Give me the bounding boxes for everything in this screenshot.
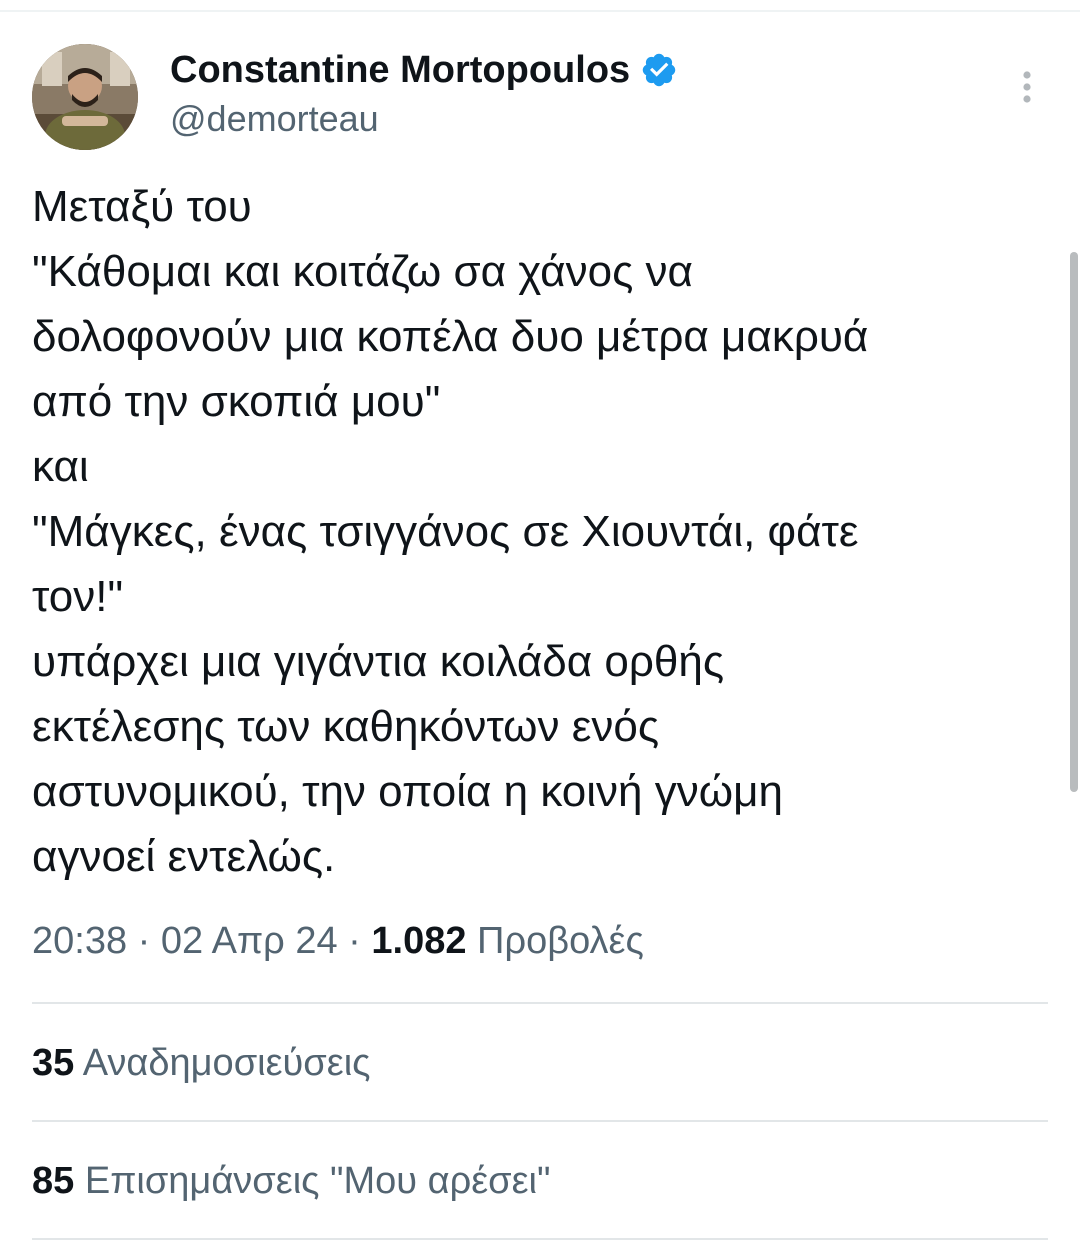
more-options-button[interactable] [1004,64,1050,110]
reposts-stat[interactable]: 35 Αναδημοσιεύσεις [32,1042,370,1085]
meta-separator: · [337,920,372,962]
author-handle[interactable]: @demorteau [170,98,379,140]
tweet-text: Μεταξύ του "Κάθομαι και κοιτάζω σα χάνος… [32,174,1042,889]
tweet-line: υπάρχει μια γιγάντια κοιλάδα ορθής [32,637,725,686]
tweet-date[interactable]: 02 Απρ 24 [161,920,338,962]
verified-badge-icon[interactable] [640,51,678,89]
tweet-line: τον!" [32,572,124,621]
likes-stat[interactable]: 85 Επισημάνσεις "Μου αρέσει" [32,1160,550,1203]
tweet-line: εκτέλεσης των καθηκόντων ενός [32,702,660,751]
tweet-line: από την σκοπιά μου" [32,377,441,426]
tweet-line: "Κάθομαι και κοιτάζω σα χάνος να [32,247,693,296]
scrollbar[interactable] [1070,252,1078,792]
tweet-meta: 20:38 · 02 Απρ 24 · 1.082 Προβολές [32,920,644,963]
tweet-line: Μεταξύ του [32,182,252,231]
tweet-line: αγνοεί εντελώς. [32,832,336,881]
likes-label: Επισημάνσεις "Μου αρέσει" [84,1160,551,1202]
reposts-label: Αναδημοσιεύσεις [82,1042,371,1084]
author-name-row[interactable]: Constantine Mortopoulos [170,44,678,96]
more-vertical-icon [1023,71,1031,103]
top-divider [0,10,1080,12]
views-label: Προβολές [477,920,644,962]
tweet-line: αστυνομικού, την οποία η κοινή γνώμη [32,767,783,816]
tweet-line: δολοφονούν μια κοπέλα δυο μέτρα μακρυά [32,312,869,361]
divider [32,1238,1048,1240]
divider [32,1002,1048,1004]
tweet-time[interactable]: 20:38 [32,920,127,962]
reposts-count: 35 [32,1042,75,1084]
divider [32,1120,1048,1122]
tweet-line: και [32,442,89,491]
views-count: 1.082 [371,920,467,962]
tweet-line: "Μάγκες, ένας τσιγγάνος σε Χιουντάι, φάτ… [32,507,859,556]
likes-count: 85 [32,1160,75,1202]
meta-separator: · [127,920,161,962]
author-name[interactable]: Constantine Mortopoulos [170,49,630,92]
avatar[interactable] [32,44,138,150]
